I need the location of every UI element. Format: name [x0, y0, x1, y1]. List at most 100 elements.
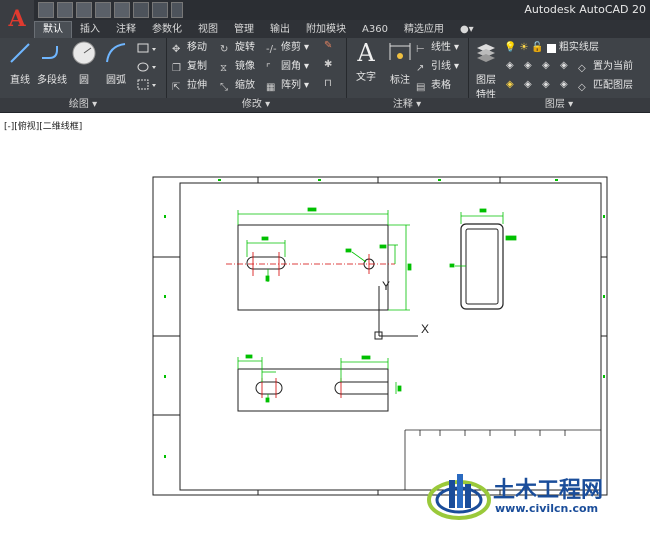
text-button[interactable]: A 文字: [348, 40, 384, 83]
tab-a360[interactable]: A360: [354, 22, 396, 38]
layer-properties-button[interactable]: 图层 特性: [470, 40, 502, 101]
open-icon[interactable]: [57, 2, 73, 18]
layer-properties-icon: [477, 44, 495, 62]
unlock-icon: 🔓: [531, 42, 544, 53]
layer-unlock-icon[interactable]: ◈: [560, 79, 568, 90]
rotate-button[interactable]: ↻ 旋转: [220, 40, 255, 56]
copy-button[interactable]: ❐ 复制: [172, 59, 207, 75]
linear-dim-icon: ⊢: [416, 44, 425, 55]
move-icon: ✥: [172, 44, 181, 55]
layer-lock-icon[interactable]: ◈: [560, 60, 568, 71]
linear-dropdown-icon[interactable]: ▾: [454, 40, 459, 56]
leader-icon: ↗: [416, 63, 425, 74]
part-hollow-frame[interactable]: [460, 223, 504, 310]
modify-panel-title[interactable]: 修改 ▾: [166, 98, 346, 112]
slot-lower-left: [255, 381, 283, 395]
plot-icon[interactable]: [114, 2, 130, 18]
erase-icon[interactable]: ✎: [324, 40, 332, 51]
layers-panel-title[interactable]: 图层 ▾: [468, 98, 650, 112]
mirror-button[interactable]: ⧖ 镜像: [220, 59, 255, 75]
table-button[interactable]: ▤ 表格: [416, 78, 451, 94]
redo-icon[interactable]: [152, 2, 168, 18]
watermark: 土木工程网 www.civilcn.com: [425, 466, 645, 526]
array-dropdown-icon[interactable]: ▾: [304, 78, 309, 94]
dimensions-hollow-frame: [449, 208, 517, 268]
set-current-icon: ◇: [578, 63, 586, 74]
ucs-icon: [374, 286, 418, 340]
trim-button[interactable]: -/- 修剪 ▾: [266, 40, 309, 56]
layer-dropdown[interactable]: 💡 ☀ 🔓 粗实线层: [504, 40, 599, 56]
layer-thaw-icon[interactable]: ◈: [542, 79, 550, 90]
layer-off-icon[interactable]: ◈: [506, 60, 514, 71]
layer-color-swatch: [546, 43, 556, 53]
layer-isolate-icon[interactable]: ◈: [524, 60, 532, 71]
set-current-button[interactable]: ◇ 置为当前: [578, 59, 633, 75]
tab-addins[interactable]: 附加模块: [298, 22, 354, 38]
application-menu-button[interactable]: A: [0, 0, 34, 38]
trim-dropdown-icon[interactable]: ▾: [304, 40, 309, 56]
autocad-logo-icon: A: [8, 6, 26, 32]
part-plate-bottom[interactable]: [237, 368, 389, 412]
copy-icon: ❐: [172, 63, 181, 74]
polyline-button[interactable]: 多段线: [34, 40, 70, 86]
mirror-icon: ⧖: [220, 63, 228, 74]
fillet-dropdown-icon[interactable]: ▾: [304, 59, 309, 75]
fillet-icon: ⌜: [266, 63, 271, 74]
arc-icon: [106, 43, 126, 63]
draw-panel-title[interactable]: 绘图 ▾: [0, 98, 166, 112]
layer-on-icon[interactable]: ◈: [506, 79, 514, 90]
part-plate-top[interactable]: [226, 224, 395, 311]
rectangle-icon[interactable]: [136, 42, 160, 56]
linear-dim-button[interactable]: ⊢ 线性 ▾: [416, 40, 459, 56]
ribbon-toggle-icon[interactable]: ●▾: [452, 22, 482, 38]
ribbon-tabs: 默认 插入 注释 参数化 视图 管理 输出 附加模块 A360 精选应用 ●▾: [34, 20, 650, 38]
leader-dropdown-icon[interactable]: ▾: [454, 59, 459, 75]
region-icon[interactable]: [136, 78, 160, 92]
tab-parametric[interactable]: 参数化: [144, 22, 190, 38]
explode-icon[interactable]: ✱: [324, 59, 332, 70]
tab-output[interactable]: 输出: [262, 22, 298, 38]
polyline-icon: [42, 46, 58, 59]
fillet-button[interactable]: ⌜ 圆角 ▾: [266, 59, 309, 75]
tab-default[interactable]: 默认: [34, 21, 72, 38]
layer-freeze-icon[interactable]: ◈: [542, 60, 550, 71]
scale-icon: ⤡: [220, 82, 228, 93]
match-layer-icon: ◇: [578, 82, 586, 93]
arc-button[interactable]: 圆弧: [98, 40, 134, 86]
new-icon[interactable]: [38, 2, 54, 18]
scale-button[interactable]: ⤡ 缩放: [220, 78, 255, 94]
civilcn-logo-icon: [427, 474, 491, 520]
quick-access-toolbar: [38, 2, 183, 18]
dropdown-icon[interactable]: [171, 2, 183, 18]
move-button[interactable]: ✥ 移动: [172, 40, 207, 56]
dimensions-plate-bottom: [237, 354, 402, 403]
circle-button[interactable]: 圆: [66, 40, 102, 86]
text-icon: A: [357, 39, 375, 67]
hatch-icon[interactable]: [136, 60, 160, 74]
modify-panel: ✥ 移动 ↻ 旋转 -/- 修剪 ▾ ❐ 复制 ⧖ 镜像 ⌜ 圆角 ▾ ⇱ 拉伸 ⤡ 缩放 ▦ 阵列 ▾…: [166, 38, 347, 112]
tab-annotate[interactable]: 注释: [108, 22, 144, 38]
lightbulb-icon: 💡: [504, 42, 517, 53]
array-icon: ▦: [266, 82, 276, 93]
offset-icon[interactable]: ⊓: [324, 78, 332, 89]
tab-view[interactable]: 视图: [190, 22, 226, 38]
annotation-panel-title[interactable]: 注释 ▾: [346, 98, 468, 112]
tab-manage[interactable]: 管理: [226, 22, 262, 38]
tab-featured-apps[interactable]: 精选应用: [396, 22, 452, 38]
rotate-icon: ↻: [220, 44, 229, 55]
saveas-icon[interactable]: [95, 2, 111, 18]
dimensions-plate-top: [237, 207, 412, 311]
line-button[interactable]: 直线: [2, 40, 38, 86]
trim-icon: -/-: [266, 44, 277, 55]
leader-button[interactable]: ↗ 引线 ▾: [416, 59, 459, 75]
tab-insert[interactable]: 插入: [72, 22, 108, 38]
stretch-button[interactable]: ⇱ 拉伸: [172, 78, 207, 94]
dimension-button[interactable]: 标注: [382, 40, 418, 86]
frame-zone-marks: [164, 179, 605, 458]
ucs-x-label: X: [421, 322, 429, 336]
layer-unisolate-icon[interactable]: ◈: [524, 79, 532, 90]
save-icon[interactable]: [76, 2, 92, 18]
match-layer-button[interactable]: ◇ 匹配图层: [578, 78, 633, 94]
array-button[interactable]: ▦ 阵列 ▾: [266, 78, 309, 94]
undo-icon[interactable]: [133, 2, 149, 18]
